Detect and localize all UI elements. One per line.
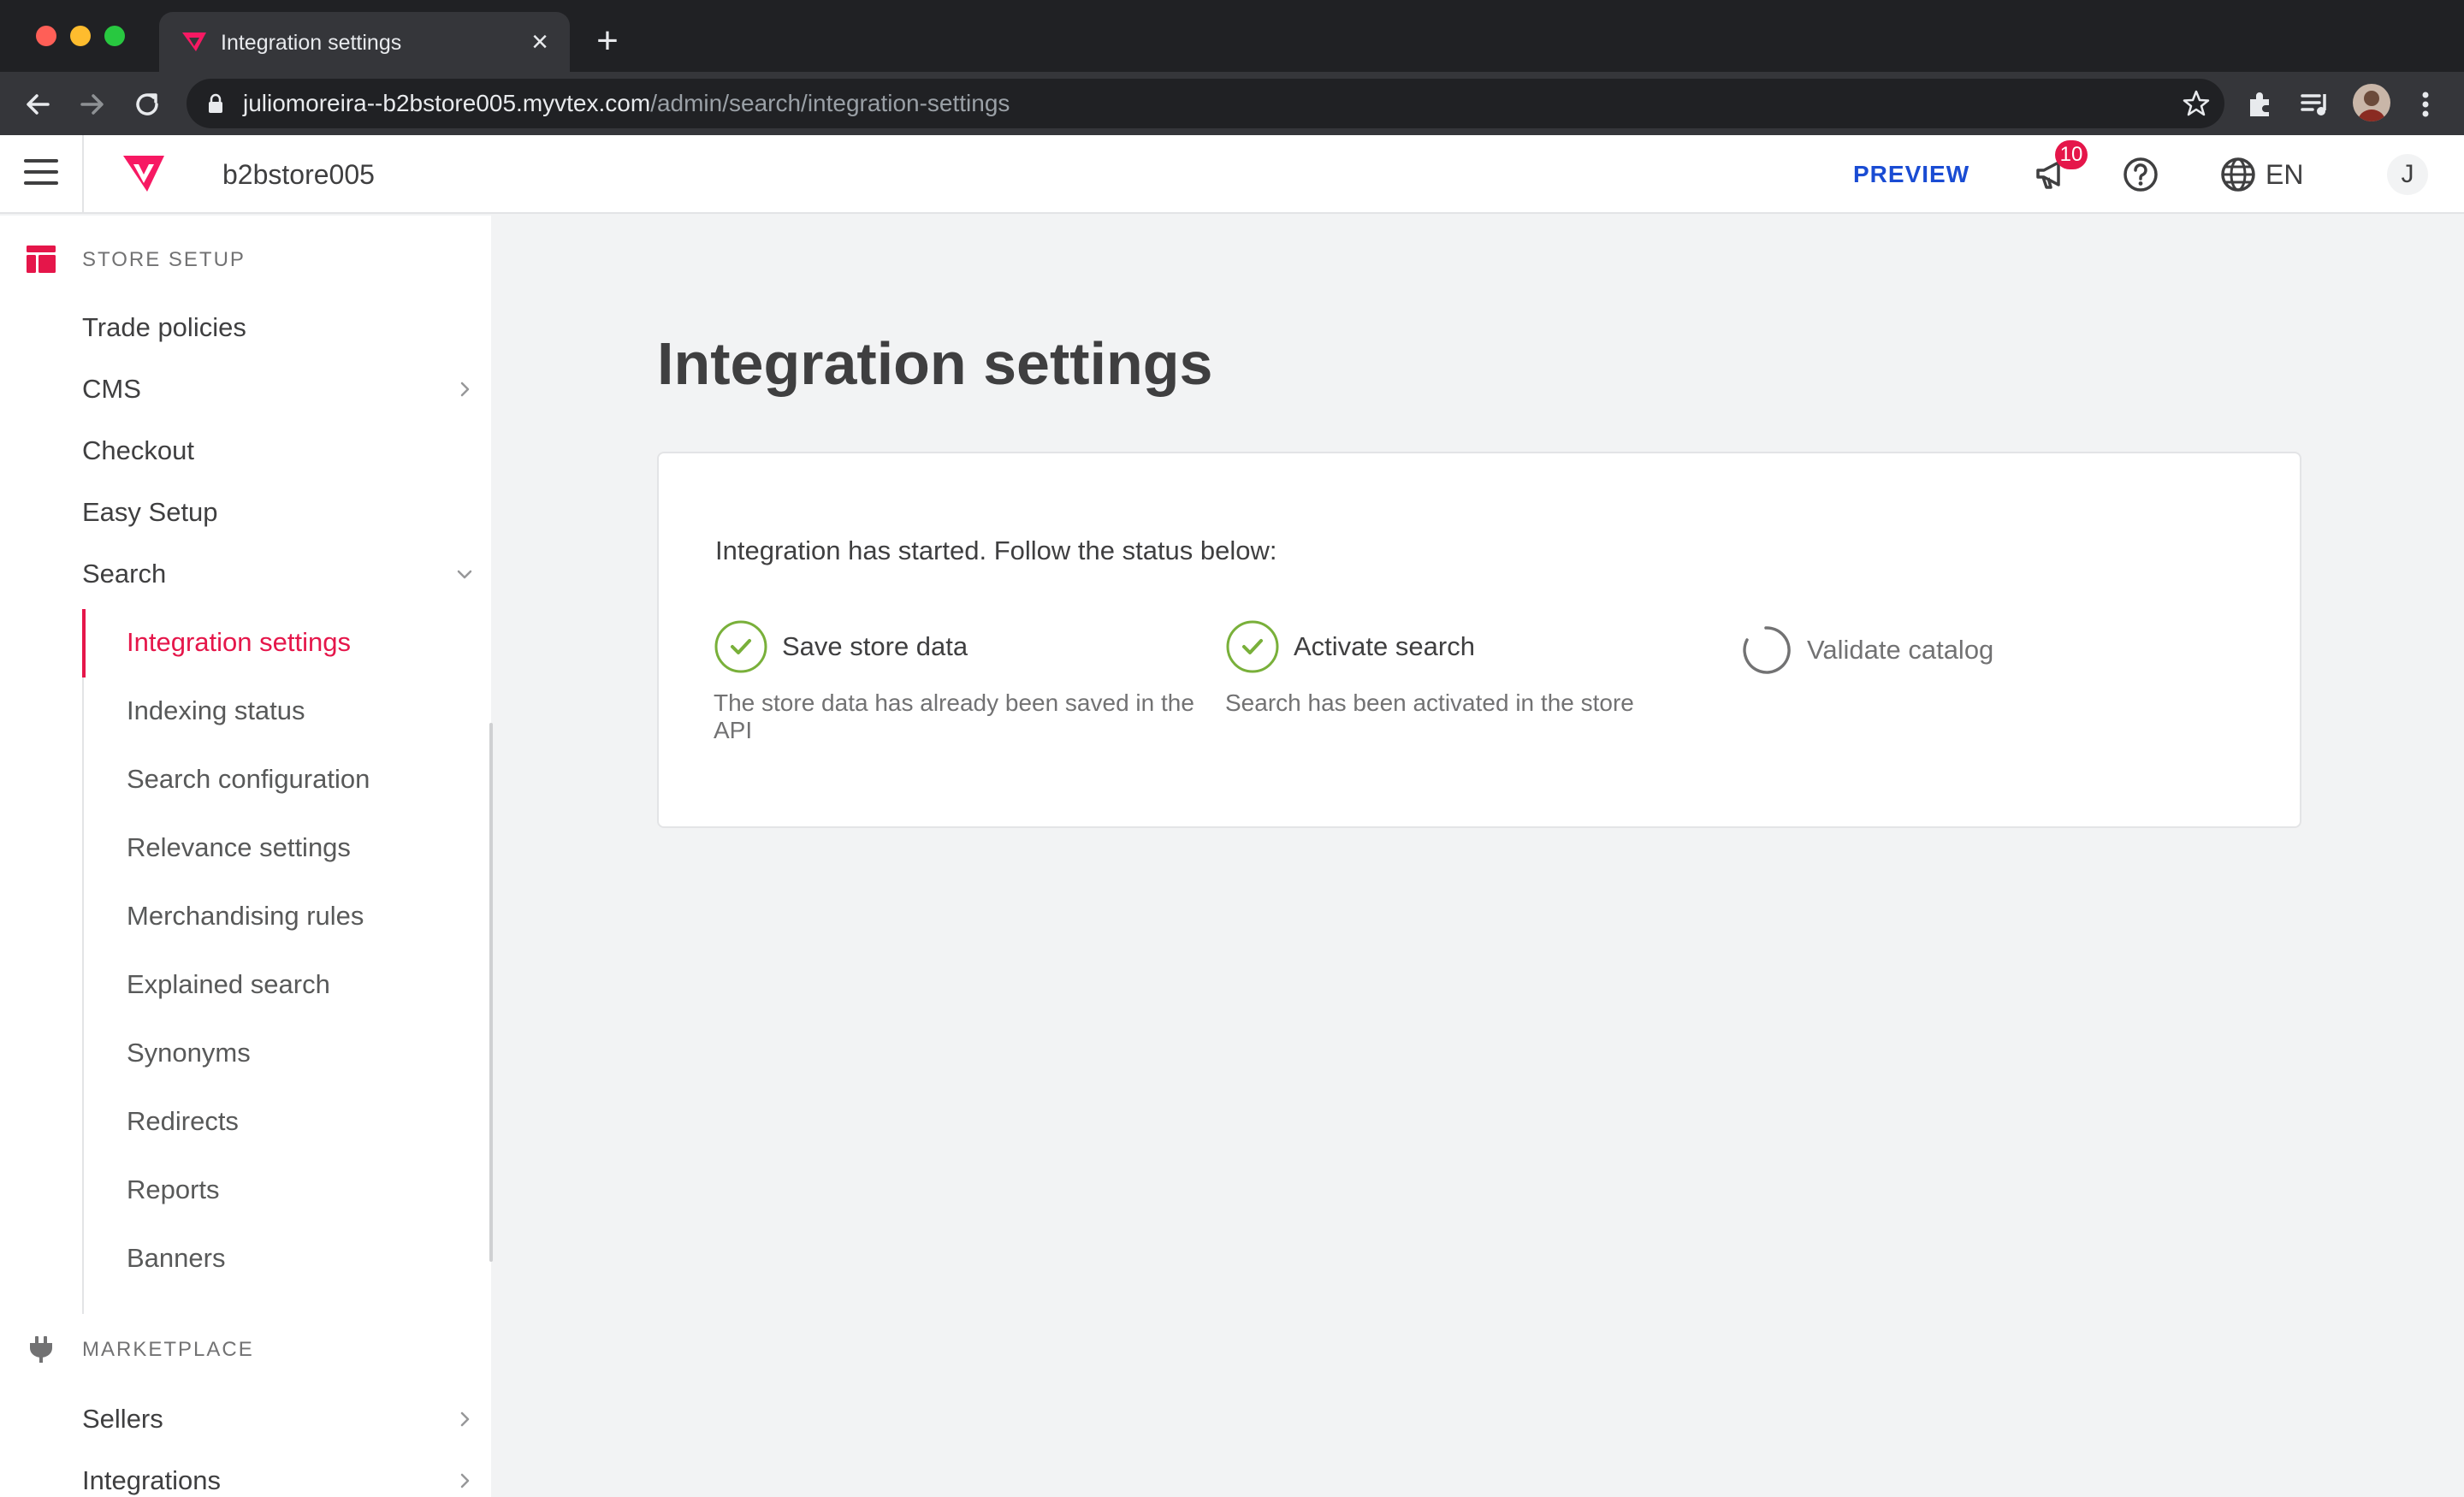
profile-avatar[interactable]: [2353, 84, 2390, 121]
chevron-right-icon: [460, 1411, 470, 1427]
sidebar-subitem-explained-search[interactable]: Explained search: [127, 962, 469, 1008]
help-icon[interactable]: [2122, 156, 2159, 193]
lock-icon: [209, 93, 222, 113]
sidebar-subitem-integration-settings[interactable]: Integration settings: [127, 619, 469, 666]
url-path: /admin/search/integration-settings: [650, 90, 1010, 116]
chevron-right-icon: [460, 1473, 470, 1488]
sidebar-subitem-merchandising-rules[interactable]: Merchandising rules: [127, 893, 469, 939]
plug-icon: [30, 1336, 52, 1363]
sidebar-item-trade-policies[interactable]: Trade policies: [82, 305, 476, 351]
media-queue-icon[interactable]: [2298, 87, 2332, 121]
admin-header: b2bstore005 PREVIEW EN J: [0, 135, 2464, 214]
chevron-right-icon: [460, 382, 470, 397]
active-item-indicator: [82, 609, 86, 677]
store-layout-icon: [27, 246, 56, 273]
sidebar-item-checkout[interactable]: Checkout: [82, 428, 476, 474]
sidebar-item-integrations[interactable]: Integrations: [82, 1458, 476, 1497]
url-host: juliomoreira--b2bstore005.myvtex.com: [243, 90, 651, 116]
tab-close-icon[interactable]: ×: [527, 27, 553, 56]
sidebar-subitem-redirects[interactable]: Redirects: [127, 1098, 469, 1145]
preview-button[interactable]: PREVIEW: [1853, 159, 1969, 190]
globe-icon[interactable]: [2219, 156, 2257, 193]
sidebar-item-label: Sellers: [82, 1404, 163, 1434]
address-bar[interactable]: juliomoreira--b2bstore005.myvtex.com/adm…: [187, 79, 2224, 128]
browser-tab-bar: Integration settings × +: [0, 0, 2464, 72]
sidebar-subitem-banners[interactable]: Banners: [127, 1235, 469, 1281]
step-description: The store data has already been saved in…: [714, 689, 1194, 743]
sidebar-item-cms[interactable]: CMS: [82, 366, 476, 412]
back-arrow-icon[interactable]: [21, 87, 55, 121]
sidebar-item-sellers[interactable]: Sellers: [82, 1396, 476, 1442]
step-title: Activate search: [1294, 631, 1475, 661]
section-store-setup: STORE SETUP: [0, 240, 491, 277]
sidebar-item-label: CMS: [82, 374, 141, 404]
sidebar-subitem-search-configuration[interactable]: Search configuration: [127, 756, 469, 802]
section-marketplace: MARKETPLACE: [0, 1329, 491, 1367]
vtex-logo-icon[interactable]: [121, 154, 166, 193]
store-name: b2bstore005: [222, 159, 375, 190]
integration-status-card: Integration has started. Follow the stat…: [657, 452, 2301, 828]
menu-hamburger-icon[interactable]: [24, 159, 58, 190]
sidebar-subitem-reports[interactable]: Reports: [127, 1167, 469, 1213]
language-selector[interactable]: EN: [2266, 157, 2303, 192]
user-avatar[interactable]: J: [2387, 154, 2428, 195]
sidebar-scrollbar[interactable]: [489, 723, 493, 1262]
sidebar-subitem-synonyms[interactable]: Synonyms: [127, 1030, 469, 1076]
check-circle-icon: [1226, 620, 1279, 673]
sidebar-item-label: Integrations: [82, 1465, 221, 1495]
loading-spinner-icon: [1743, 626, 1791, 674]
sidebar-nav: STORE SETUP Trade policies CMS Checkout …: [0, 216, 491, 1497]
chevron-down-icon: [457, 570, 472, 579]
reload-icon[interactable]: [130, 87, 164, 121]
sidebar-subitem-relevance-settings[interactable]: Relevance settings: [127, 825, 469, 871]
browser-menu-icon[interactable]: [2413, 87, 2438, 121]
notification-count-badge: 10: [2055, 140, 2088, 169]
sidebar-item-search[interactable]: Search: [82, 551, 476, 597]
section-label-store-setup: STORE SETUP: [82, 248, 246, 271]
new-tab-button[interactable]: +: [590, 22, 625, 60]
section-label-marketplace: MARKETPLACE: [82, 1338, 254, 1361]
sidebar-item-easy-setup[interactable]: Easy Setup: [82, 489, 476, 535]
page-title: Integration settings: [657, 330, 1213, 397]
submenu-rail: [82, 609, 84, 1314]
window-minimize-button[interactable]: [70, 26, 91, 46]
step-description: Search has been activated in the store: [1225, 689, 1634, 716]
browser-toolbar: juliomoreira--b2bstore005.myvtex.com/adm…: [0, 72, 2464, 135]
extensions-puzzle-icon[interactable]: [2243, 87, 2277, 121]
bookmark-star-icon[interactable]: [2182, 89, 2211, 118]
window-close-button[interactable]: [36, 26, 56, 46]
browser-tab[interactable]: Integration settings ×: [159, 12, 570, 72]
tab-title: Integration settings: [221, 31, 402, 55]
step-title: Validate catalog: [1807, 635, 1994, 665]
check-circle-icon: [714, 620, 767, 673]
sidebar-item-label: Search: [82, 559, 167, 589]
url-text: juliomoreira--b2bstore005.myvtex.com/adm…: [243, 90, 1010, 117]
profile-photo-icon: [2358, 91, 2385, 121]
forward-arrow-icon[interactable]: [75, 87, 110, 121]
sidebar-subitem-indexing-status[interactable]: Indexing status: [127, 688, 469, 734]
vtex-favicon-icon: [182, 33, 206, 51]
header-divider: [82, 135, 84, 214]
integration-intro-text: Integration has started. Follow the stat…: [715, 535, 1277, 565]
step-title: Save store data: [782, 631, 968, 661]
window-zoom-button[interactable]: [104, 26, 125, 46]
